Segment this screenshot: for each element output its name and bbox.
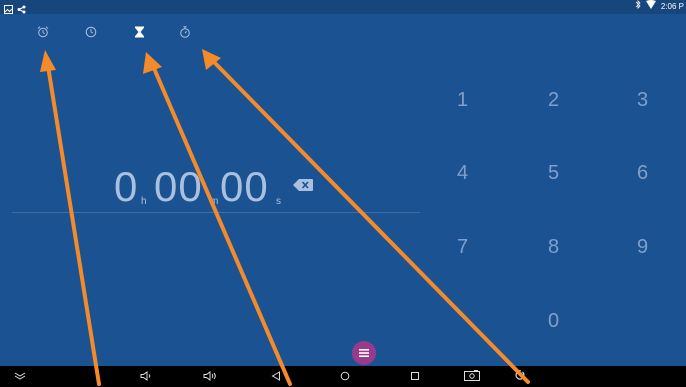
key-9[interactable]: 9 bbox=[637, 236, 648, 259]
recents-icon bbox=[410, 368, 420, 386]
chevrons-down-icon bbox=[14, 368, 26, 386]
hours-unit: h bbox=[141, 196, 147, 207]
timer-seconds: 00 bbox=[220, 163, 269, 210]
screenshot-button[interactable] bbox=[464, 369, 480, 385]
recents-button[interactable] bbox=[407, 369, 423, 385]
key-0[interactable]: 0 bbox=[548, 310, 559, 333]
power-button[interactable] bbox=[512, 369, 528, 385]
back-icon bbox=[271, 368, 281, 386]
key-6[interactable]: 6 bbox=[637, 162, 648, 185]
menu-fab[interactable] bbox=[352, 341, 376, 365]
seconds-unit: s bbox=[276, 196, 281, 207]
timer-minutes: 00 bbox=[154, 163, 203, 210]
arrowhead-timer bbox=[143, 52, 162, 74]
tab-timer[interactable] bbox=[130, 25, 148, 43]
annotation-arrow-timer bbox=[151, 64, 292, 386]
timer-hours: 0 bbox=[114, 163, 139, 210]
key-1[interactable]: 1 bbox=[457, 89, 468, 112]
key-7[interactable]: 7 bbox=[457, 236, 468, 259]
volume-down-button[interactable] bbox=[138, 369, 154, 385]
home-button[interactable] bbox=[337, 369, 353, 385]
backspace-button[interactable] bbox=[293, 178, 313, 191]
screenshot-icon bbox=[464, 368, 480, 386]
nav-expand-button[interactable] bbox=[12, 369, 28, 385]
alarm-icon bbox=[37, 25, 49, 43]
key-5[interactable]: 5 bbox=[548, 162, 559, 185]
navigation-bar bbox=[0, 366, 686, 387]
tab-bar bbox=[0, 14, 686, 54]
key-8[interactable]: 8 bbox=[548, 236, 559, 259]
bluetooth-icon bbox=[635, 0, 641, 14]
wifi-icon bbox=[645, 0, 656, 14]
key-2[interactable]: 2 bbox=[548, 89, 559, 112]
tab-alarm[interactable] bbox=[34, 25, 52, 43]
backspace-icon bbox=[293, 178, 313, 195]
display-divider bbox=[12, 212, 420, 213]
clock-icon bbox=[85, 25, 97, 43]
tab-stopwatch[interactable] bbox=[176, 25, 194, 43]
status-bar: 2:06 P bbox=[0, 0, 686, 14]
keypad: 1 2 3 4 5 6 7 8 9 0 bbox=[420, 60, 686, 355]
status-time: 2:06 P bbox=[660, 2, 684, 11]
key-4[interactable]: 4 bbox=[457, 162, 468, 185]
minutes-unit: m bbox=[210, 196, 219, 207]
volume-down-icon bbox=[140, 368, 152, 386]
timer-icon bbox=[134, 25, 145, 43]
tab-clock[interactable] bbox=[82, 25, 100, 43]
key-3[interactable]: 3 bbox=[637, 89, 648, 112]
menu-icon bbox=[359, 344, 369, 362]
power-icon bbox=[514, 368, 526, 386]
stopwatch-icon bbox=[179, 25, 191, 43]
timer-display: 0 h 00 m 00 s bbox=[70, 150, 410, 220]
volume-up-icon bbox=[203, 368, 217, 386]
back-button[interactable] bbox=[268, 369, 284, 385]
volume-up-button[interactable] bbox=[202, 369, 218, 385]
annotation-arrow-alarm bbox=[46, 64, 101, 386]
home-icon bbox=[340, 368, 350, 386]
